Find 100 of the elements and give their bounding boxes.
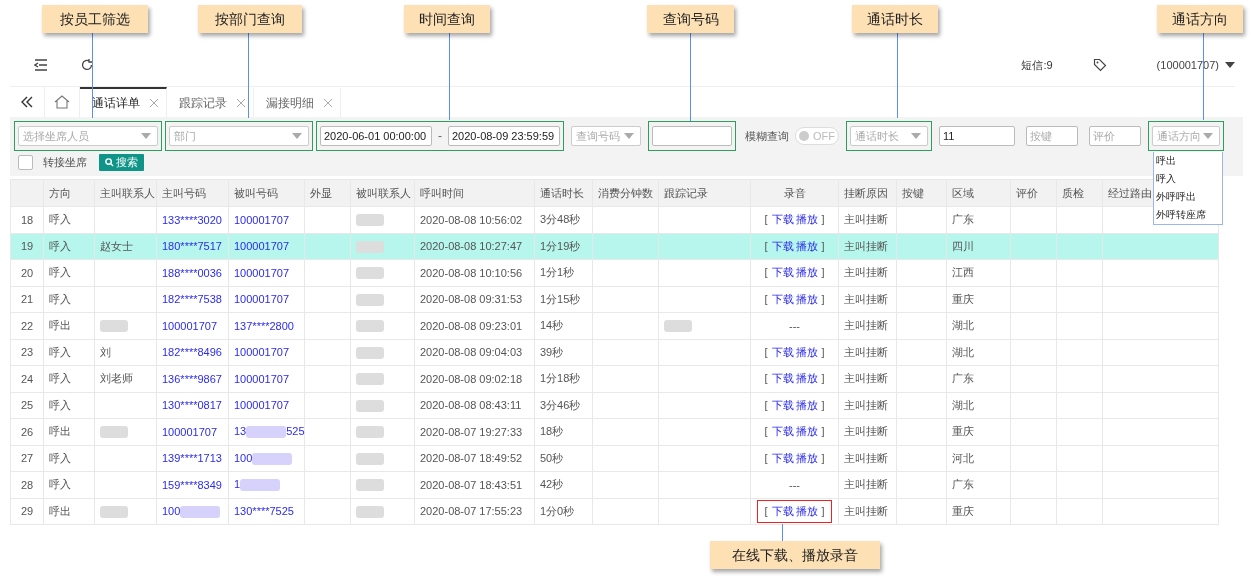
dropdown-caret-icon	[624, 133, 634, 139]
recording-link[interactable]: 下载	[771, 372, 794, 385]
input-field[interactable]: 评价	[1089, 126, 1141, 146]
table-cell: 刘	[100, 345, 111, 358]
recording-link[interactable]: 下载	[771, 213, 794, 226]
table-cell: 重庆	[952, 425, 974, 438]
bracket: [	[764, 451, 768, 464]
close-icon[interactable]	[237, 99, 245, 107]
bracket: ]	[821, 213, 825, 226]
table-cell: 呼出	[49, 319, 71, 332]
menu-icon[interactable]	[34, 59, 48, 71]
recording-link[interactable]: 下载	[771, 451, 794, 464]
column-header: 被叫联系人	[356, 186, 411, 199]
checkbox-label: 转接坐席	[43, 154, 87, 170]
table-cell: 广东	[952, 478, 974, 491]
table-cell: 18	[20, 213, 34, 226]
recording-link[interactable]: 播放	[795, 239, 818, 252]
date-field[interactable]: 2020-08-09 23:59:59	[448, 126, 560, 146]
callout-label: 时间查询	[404, 5, 490, 33]
table-cell: 18秒	[540, 425, 564, 438]
bracket: ]	[821, 451, 825, 464]
tab-label[interactable]: 漏接明细	[266, 94, 314, 112]
refresh-icon[interactable]	[80, 58, 94, 72]
column-header: 外显	[310, 186, 332, 199]
table-cell: 湖北	[952, 345, 974, 358]
table-cell: 2020-08-08 08:43:11	[420, 399, 522, 412]
input-field[interactable]: 按键	[1026, 126, 1078, 146]
table-cell[interactable]: 1	[234, 478, 241, 491]
date-field[interactable]: 2020-06-01 00:00:00	[320, 126, 432, 146]
dropdown-option[interactable]: 外呼转座席	[1154, 206, 1222, 224]
table-cell: 主叫挂断	[844, 504, 888, 517]
table-cell[interactable]: 100	[162, 504, 181, 517]
close-icon[interactable]	[150, 99, 158, 107]
table-cell: 主叫挂断	[844, 372, 888, 385]
dropdown-option[interactable]: 外呼呼出	[1154, 188, 1222, 206]
recording-link[interactable]: 下载	[771, 266, 794, 279]
table-cell: 呼入	[49, 239, 71, 252]
dropdown-caret-icon	[911, 133, 921, 139]
close-icon[interactable]	[324, 99, 332, 107]
leader-line	[782, 524, 783, 541]
column-header: 评价	[1016, 186, 1038, 199]
recording-link[interactable]: 播放	[795, 292, 818, 305]
recording-link[interactable]: 下载	[771, 345, 794, 358]
callout-label: 查询号码	[647, 5, 734, 33]
table-cell: 河北	[952, 451, 974, 464]
sms-count[interactable]: 短信:9	[1021, 57, 1053, 73]
table-cell: ---	[789, 478, 800, 491]
table-cell: 2020-08-07 19:27:33	[420, 425, 523, 438]
table-cell: 2020-08-07 18:49:52	[420, 452, 523, 465]
tab-label[interactable]: 跟踪记录	[179, 94, 227, 112]
recording-link[interactable]: 下载	[771, 425, 794, 438]
tab[interactable]: 通话详单	[80, 87, 167, 117]
table-cell: 呼入	[49, 266, 71, 279]
tag-icon[interactable]	[1092, 58, 1107, 72]
blurred-block	[356, 426, 384, 439]
table-cell: 主叫挂断	[844, 266, 888, 279]
tab-label[interactable]: 通话详单	[92, 94, 140, 112]
recording-link[interactable]: 下载	[771, 239, 794, 252]
bracket: ]	[821, 266, 825, 279]
recording-link[interactable]: 播放	[795, 504, 818, 517]
column-header: 质检	[1062, 186, 1084, 199]
bracket: [	[764, 292, 768, 305]
table-cell: 42秒	[540, 478, 564, 491]
recording-link[interactable]: 播放	[795, 425, 818, 438]
recording-link[interactable]: 下载	[771, 398, 794, 411]
recording-link[interactable]: 播放	[795, 345, 818, 358]
recording-link[interactable]: 下载	[771, 292, 794, 305]
checkbox[interactable]	[18, 154, 33, 170]
bracket: [	[764, 345, 768, 358]
table-cell: 3分46秒	[540, 398, 581, 411]
table-cell: 重庆	[952, 292, 974, 305]
caret-icon[interactable]	[1225, 62, 1235, 68]
table-cell: 2020-08-08 10:27:47	[420, 240, 523, 253]
table-cell[interactable]: 13	[234, 425, 247, 438]
dropdown-option[interactable]: 呼入	[1154, 170, 1222, 188]
search-button[interactable]: 搜索	[99, 153, 144, 171]
column-header: 区域	[952, 186, 974, 199]
recording-link[interactable]: 播放	[795, 398, 818, 411]
recording-link[interactable]: 播放	[795, 372, 818, 385]
bracket: ]	[821, 239, 825, 252]
dropdown-option[interactable]: 呼出	[1154, 152, 1222, 170]
table-cell: 呼入	[49, 345, 71, 358]
table-cell: 刘老师	[100, 372, 133, 385]
table-cell: 14秒	[540, 319, 564, 332]
recording-link[interactable]: 播放	[795, 213, 818, 226]
recording-link[interactable]: 播放	[795, 451, 818, 464]
column-header: 消费分钟数	[598, 186, 653, 199]
blurred-block	[180, 505, 221, 518]
column-header: 经过路由	[1108, 186, 1152, 199]
table-cell: 呼出	[49, 425, 71, 438]
recording-link[interactable]: 下载	[771, 504, 794, 517]
table-cell: 20	[20, 266, 34, 279]
recording-link[interactable]: 播放	[795, 266, 818, 279]
blurred-block	[100, 320, 128, 333]
table-cell[interactable]: 525	[286, 425, 305, 438]
table-cell: 广东	[952, 213, 974, 226]
bracket: [	[764, 504, 768, 517]
table-cell[interactable]: 100	[234, 451, 253, 464]
bracket: ]	[821, 504, 825, 517]
input-field[interactable]: 11	[939, 126, 1015, 146]
